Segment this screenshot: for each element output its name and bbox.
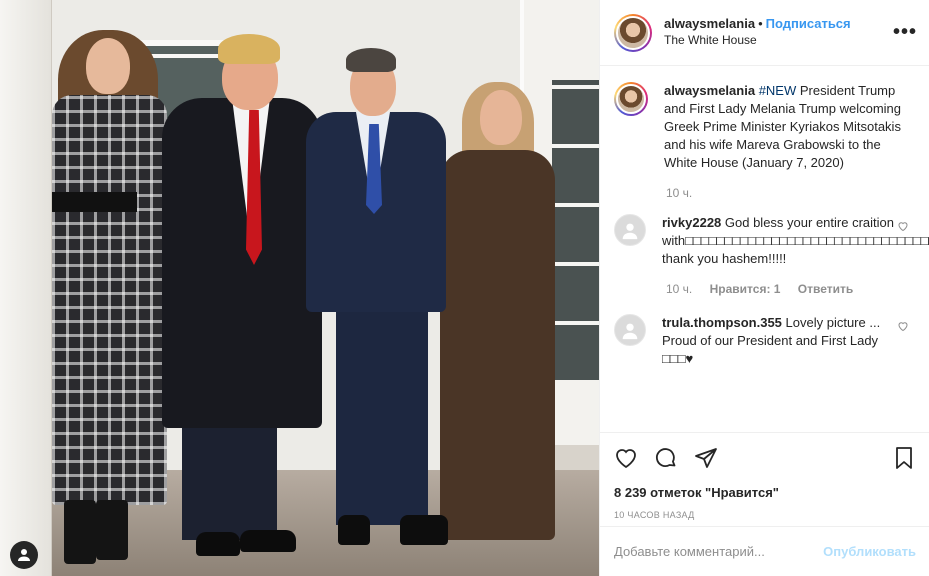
comment-likes-button[interactable]: Нравится: 1 xyxy=(710,282,781,296)
comments-list[interactable]: alwaysmelania #NEW President Trump and F… xyxy=(600,66,929,430)
comment-input[interactable]: Добавьте комментарий... xyxy=(614,544,823,559)
post-details-panel: alwaysmelania • Подписаться The White Hous… xyxy=(599,0,929,576)
publish-button[interactable]: Опубликовать xyxy=(823,544,916,559)
caption-avatar[interactable] xyxy=(614,82,648,116)
share-icon[interactable] xyxy=(694,446,718,470)
comment-row: rivky2228 God bless your entire craition… xyxy=(614,214,929,268)
author-username[interactable]: alwaysmelania xyxy=(664,16,755,31)
post-header: alwaysmelania • Подписаться The White Hous… xyxy=(600,0,929,66)
post-photo[interactable] xyxy=(0,0,599,576)
commenter-avatar[interactable] xyxy=(614,314,646,346)
more-options-icon[interactable]: ••• xyxy=(893,22,917,42)
commenter-avatar[interactable] xyxy=(614,214,646,246)
caption-hashtag[interactable]: #NEW xyxy=(759,83,797,98)
post-actions: 8 239 отметок "Нравится" 10 часов назад xyxy=(600,432,929,520)
likes-count[interactable]: 8 239 отметок "Нравится" xyxy=(614,485,916,500)
post-location[interactable]: The White House xyxy=(664,33,851,49)
comment-like-heart-icon[interactable] xyxy=(897,220,909,235)
comment-row: trula.thompson.355 Lovely picture ... Pr… xyxy=(614,314,915,368)
comment-time: 10 ч. xyxy=(666,282,693,296)
heart-icon[interactable] xyxy=(614,446,638,470)
comment-icon[interactable] xyxy=(654,446,678,470)
comment-username[interactable]: trula.thompson.355 xyxy=(662,315,782,330)
comment-username[interactable]: rivky2228 xyxy=(662,215,721,230)
bookmark-icon[interactable] xyxy=(892,446,916,470)
separator-dot: • xyxy=(758,16,763,32)
caption-username[interactable]: alwaysmelania xyxy=(664,83,755,98)
caption-row: alwaysmelania #NEW President Trump and F… xyxy=(614,82,915,172)
reply-button[interactable]: Ответить xyxy=(798,282,853,296)
add-comment-bar: Добавьте комментарий... Опубликовать xyxy=(600,526,929,576)
post-time-ago[interactable]: 10 часов назад xyxy=(614,510,916,520)
user-icon[interactable] xyxy=(10,541,38,569)
caption-time: 10 ч. xyxy=(666,186,693,200)
follow-button[interactable]: Подписаться xyxy=(766,16,851,31)
photo-arch-window xyxy=(552,80,599,380)
photo-column xyxy=(0,0,52,576)
comment-like-heart-icon[interactable] xyxy=(897,320,909,335)
author-avatar[interactable] xyxy=(614,13,652,52)
